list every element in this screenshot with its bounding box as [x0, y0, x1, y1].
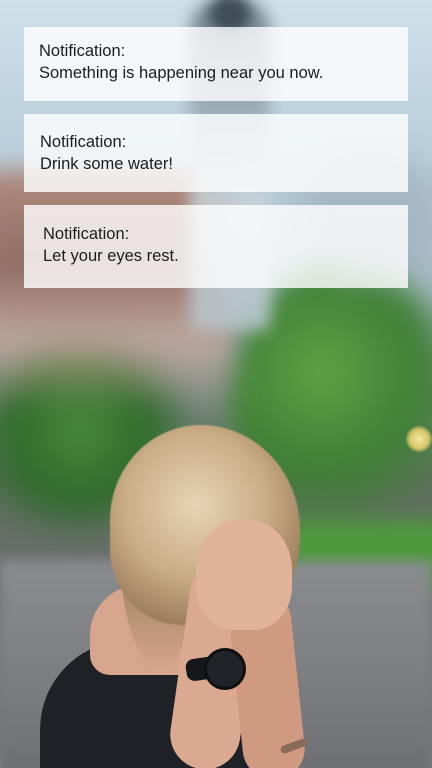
subject-hands — [196, 520, 292, 630]
notification-card[interactable]: Notification: Something is happening nea… — [24, 27, 408, 101]
notification-message: Let your eyes rest. — [43, 247, 179, 265]
notification-card[interactable]: Notification: Drink some water! — [24, 114, 408, 192]
notification-title: Notification: — [40, 133, 127, 151]
notification-card[interactable]: Notification: Let your eyes rest. — [24, 205, 408, 288]
notification-title: Notification: — [43, 225, 130, 243]
watch-icon — [204, 648, 246, 690]
notification-title: Notification: — [39, 42, 126, 60]
notification-message: Drink some water! — [40, 155, 173, 173]
notification-message: Something is happening near you now. — [39, 64, 324, 82]
screen: Notification: Something is happening nea… — [0, 0, 432, 768]
